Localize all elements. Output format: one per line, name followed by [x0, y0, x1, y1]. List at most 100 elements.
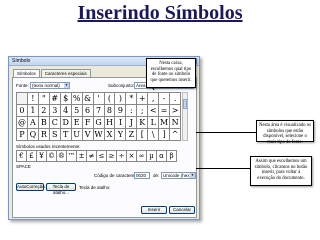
symbols-pane: Fonte: (texto normal) ▼ Subconjunto: Áre… [12, 77, 197, 218]
symbol-cell[interactable]: & [82, 93, 94, 105]
symbol-cell[interactable]: ^ [170, 129, 182, 141]
char-code-input[interactable]: 0020 [134, 172, 150, 179]
char-code-label: Código de caractere: [94, 173, 136, 178]
from-select-value: Unicode (hex) [163, 173, 192, 178]
symbol-cell[interactable]: @ [17, 117, 28, 129]
dialog-tabs: Símbolos Caracteres especiais [13, 69, 92, 77]
symbol-cell[interactable]: 1 [27, 105, 39, 117]
char-code-row: Código de caractere: 0020 de: Unicode (h… [16, 172, 196, 180]
recent-symbol-cell[interactable]: © [47, 151, 57, 162]
symbol-cell[interactable]: : [126, 105, 138, 117]
recent-symbol-cell[interactable]: µ [147, 151, 157, 162]
symbol-cell[interactable]: Z [126, 129, 138, 141]
symbol-cell[interactable]: 5 [71, 105, 83, 117]
symbol-cell[interactable]: Y [115, 129, 127, 141]
symbol-grid: ! " # $% & '() * +, -. 0 1 2 3 4 5 6 7 8 9:; < = > @ A B C D E F G H I J… [16, 92, 182, 141]
cancel-button[interactable]: Cancelar [169, 206, 195, 214]
symbol-cell[interactable]: X [104, 129, 116, 141]
character-name: SPACE [16, 164, 31, 169]
symbol-cell[interactable]: 6 [82, 105, 94, 117]
symbol-cell[interactable]: 8 [104, 105, 116, 117]
recent-symbol-cell[interactable]: ≥ [107, 151, 117, 162]
symbol-cell[interactable]: [ [137, 129, 149, 141]
symbol-cell[interactable]: , [148, 93, 160, 105]
symbol-cell[interactable]: $ [60, 93, 72, 105]
font-select-value: (texto normal) [32, 83, 60, 88]
recent-symbol-cell[interactable]: ÷ [117, 151, 127, 162]
symbol-cell[interactable]: ! [27, 93, 39, 105]
symbol-row: P Q R S T U V W X Y Z[\] ^ [17, 129, 182, 141]
symbol-cell[interactable]: S [49, 129, 61, 141]
recent-symbol-cell[interactable]: ∞ [137, 151, 147, 162]
recent-symbol-cell[interactable]: × [127, 151, 137, 162]
symbol-cell[interactable]: 0 [17, 105, 28, 117]
callout-bottom-connector [196, 168, 250, 169]
recent-symbol-cell[interactable]: ≠ [87, 151, 97, 162]
tab-symbols[interactable]: Símbolos [13, 69, 40, 77]
symbol-cell[interactable]: V [82, 129, 94, 141]
recent-symbol-cell[interactable]: β [167, 151, 177, 162]
symbol-row: 0 1 2 3 4 5 6 7 8 9:; < = > [17, 105, 182, 117]
symbol-cell[interactable]: H [104, 117, 116, 129]
symbol-cell[interactable]: W [93, 129, 105, 141]
tab-special-characters[interactable]: Caracteres especiais [40, 69, 91, 77]
symbol-cell[interactable]: ; [137, 105, 149, 117]
symbol-cell[interactable]: A [27, 117, 39, 129]
symbol-cell[interactable] [17, 93, 28, 105]
symbol-cell[interactable]: = [159, 105, 171, 117]
symbol-cell[interactable]: + [137, 93, 149, 105]
symbol-cell[interactable]: < [148, 105, 160, 117]
symbol-cell[interactable]: ) [115, 93, 127, 105]
symbol-cell[interactable]: # [49, 93, 61, 105]
symbol-cell[interactable]: M [159, 117, 171, 129]
symbol-cell[interactable]: G [93, 117, 105, 129]
symbol-cell[interactable]: 4 [60, 105, 72, 117]
symbol-cell[interactable]: J [126, 117, 138, 129]
symbol-cell[interactable]: C [49, 117, 61, 129]
recent-symbol-cell[interactable]: ≤ [97, 151, 107, 162]
insert-button[interactable]: Inserir [141, 206, 167, 214]
autocorrect-button[interactable]: AutoCorreção... [16, 183, 49, 191]
symbol-row: @ A B C D E F G H I J K L M N [17, 117, 182, 129]
recent-symbol-cell[interactable]: ® [57, 151, 67, 162]
recent-symbol-cell[interactable]: ™ [67, 151, 77, 162]
font-select[interactable]: (texto normal) ▼ [30, 82, 70, 89]
symbol-cell[interactable]: . [170, 93, 182, 105]
symbol-cell[interactable]: 9 [115, 105, 127, 117]
from-select[interactable]: Unicode (hex) ▼ [161, 172, 196, 179]
slide-title: Inserindo Símbolos [77, 2, 243, 24]
symbol-cell[interactable]: T [60, 129, 72, 141]
recent-symbol-cell[interactable]: α [157, 151, 167, 162]
symbol-cell[interactable]: 7 [93, 105, 105, 117]
symbol-cell[interactable]: - [159, 93, 171, 105]
symbol-cell[interactable]: F [82, 117, 94, 129]
symbol-cell[interactable]: " [38, 93, 50, 105]
symbol-cell[interactable]: I [115, 117, 127, 129]
recent-symbol-cell[interactable]: ¥ [37, 151, 47, 162]
symbol-cell[interactable]: Q [27, 129, 39, 141]
recent-symbol-cell[interactable]: £ [27, 151, 37, 162]
symbol-grid-scrollbar[interactable] [182, 92, 188, 141]
symbol-cell[interactable]: P [17, 129, 28, 141]
scrollbar-thumb[interactable] [183, 99, 187, 109]
symbol-cell[interactable]: ' [93, 93, 105, 105]
shortcut-key-button[interactable]: Tecla de atalho... [46, 183, 76, 195]
symbol-cell[interactable]: K [137, 117, 149, 129]
symbol-cell[interactable]: N [170, 117, 182, 129]
symbol-cell[interactable]: E [71, 117, 83, 129]
symbol-cell[interactable]: \ [148, 129, 160, 141]
symbol-cell[interactable]: * [126, 93, 138, 105]
symbol-cell[interactable]: ] [159, 129, 171, 141]
symbol-cell[interactable]: R [38, 129, 50, 141]
symbol-cell[interactable]: 3 [49, 105, 61, 117]
symbol-cell[interactable]: L [148, 117, 160, 129]
symbol-cell[interactable]: > [170, 105, 182, 117]
symbol-cell[interactable]: % [71, 93, 83, 105]
recent-symbol-cell[interactable]: € [17, 151, 27, 162]
recent-symbol-cell[interactable]: ± [77, 151, 87, 162]
symbol-cell[interactable]: B [38, 117, 50, 129]
symbol-cell[interactable]: U [71, 129, 83, 141]
symbol-cell[interactable]: D [60, 117, 72, 129]
symbol-cell[interactable]: 2 [38, 105, 50, 117]
symbol-cell[interactable]: ( [104, 93, 116, 105]
